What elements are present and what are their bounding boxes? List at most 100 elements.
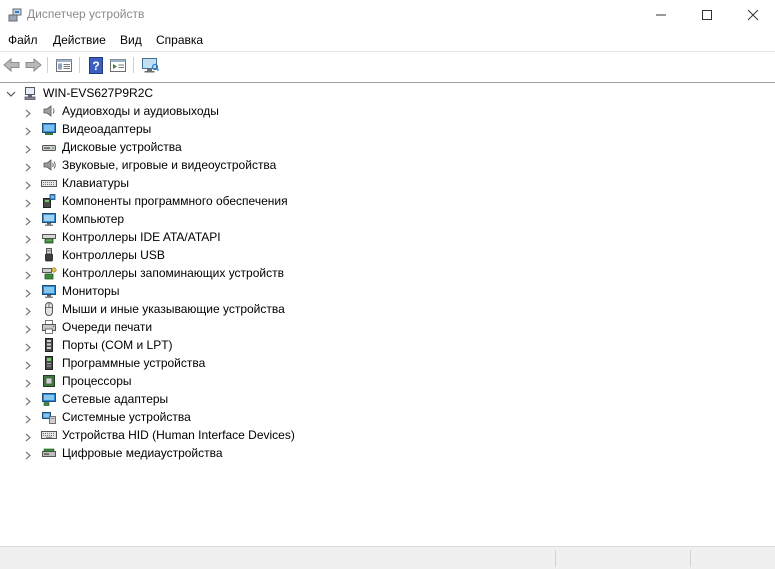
window-title: Диспетчер устройств (27, 7, 145, 21)
menu-view[interactable]: Вид (119, 33, 143, 47)
update-driver-button[interactable] (108, 55, 128, 75)
mouse-icon (41, 301, 57, 317)
sound-icon (41, 157, 57, 173)
toolbar-separator (47, 57, 48, 73)
tree-item-label: Процессоры (62, 374, 132, 388)
expand-chevron-icon[interactable] (24, 305, 32, 319)
minimize-icon (656, 14, 666, 16)
toolbar: ? (0, 51, 775, 78)
tree-item[interactable]: Мыши и иные указывающие устройства (0, 300, 775, 318)
tree-item-label: Дисковые устройства (62, 140, 182, 154)
tree-item-label: Порты (COM и LPT) (62, 338, 173, 352)
back-button[interactable] (2, 55, 22, 75)
expand-chevron-icon[interactable] (24, 143, 32, 157)
display-adapter-icon (41, 121, 57, 137)
tree-item[interactable]: Дисковые устройства (0, 138, 775, 156)
computer-icon (41, 211, 57, 227)
expand-chevron-icon[interactable] (24, 449, 32, 463)
collapse-chevron-icon[interactable] (6, 88, 16, 102)
tree-item[interactable]: Процессоры (0, 372, 775, 390)
tree-item[interactable]: Системные устройства (0, 408, 775, 426)
tree-item[interactable]: Очереди печати (0, 318, 775, 336)
maximize-button[interactable] (684, 0, 730, 30)
tree-item-label: Мониторы (62, 284, 120, 298)
monitor-icon (41, 283, 57, 299)
tree-item-label: Цифровые медиаустройства (62, 446, 223, 460)
maximize-icon (702, 10, 712, 20)
toolbar-separator (79, 57, 80, 73)
expand-chevron-icon[interactable] (24, 125, 32, 139)
svg-text:?: ? (92, 59, 99, 73)
tree-item[interactable]: Цифровые медиаустройства (0, 444, 775, 462)
expand-chevron-icon[interactable] (24, 359, 32, 373)
status-separator (555, 550, 556, 567)
tree-item[interactable]: Контроллеры USB (0, 246, 775, 264)
expand-chevron-icon[interactable] (24, 323, 32, 337)
software-device-icon (41, 355, 57, 371)
tree-item-label: Системные устройства (62, 410, 191, 424)
forward-icon (25, 57, 42, 73)
close-icon (747, 9, 759, 21)
close-button[interactable] (730, 0, 775, 30)
software-component-icon (41, 193, 57, 209)
title-bar: Диспетчер устройств (0, 0, 775, 30)
expand-chevron-icon[interactable] (24, 287, 32, 301)
expand-chevron-icon[interactable] (24, 269, 32, 283)
expand-chevron-icon[interactable] (24, 179, 32, 193)
menu-file[interactable]: Файл (7, 33, 39, 47)
forward-button[interactable] (23, 55, 43, 75)
tree-item[interactable]: Аудиовходы и аудиовыходы (0, 102, 775, 120)
help-button[interactable]: ? (86, 55, 106, 75)
expand-chevron-icon[interactable] (24, 107, 32, 121)
tree-item[interactable]: Программные устройства (0, 354, 775, 372)
menu-action[interactable]: Действие (52, 33, 107, 47)
expand-chevron-icon[interactable] (24, 395, 32, 409)
tree-item[interactable]: Контроллеры запоминающих устройств (0, 264, 775, 282)
tree-item[interactable]: Сетевые адаптеры (0, 390, 775, 408)
port-icon (41, 337, 57, 353)
expand-chevron-icon[interactable] (24, 431, 32, 445)
tree-item[interactable]: Компоненты программного обеспечения (0, 192, 775, 210)
tree-item-label: Звуковые, игровые и видеоустройства (62, 158, 277, 172)
tree-item[interactable]: Контроллеры IDE ATA/ATAPI (0, 228, 775, 246)
expand-chevron-icon[interactable] (24, 161, 32, 175)
tree-item[interactable]: Видеоадаптеры (0, 120, 775, 138)
tree-item-label: Контроллеры запоминающих устройств (62, 266, 284, 280)
expand-chevron-icon[interactable] (24, 413, 32, 427)
speaker-icon (41, 103, 57, 119)
tree-item-label: Видеоадаптеры (62, 122, 152, 136)
menu-help[interactable]: Справка (155, 33, 204, 47)
tree-item-label: Аудиовходы и аудиовыходы (62, 104, 219, 118)
device-manager-app-icon (8, 8, 22, 22)
show-hide-console-tree-button[interactable] (54, 55, 74, 75)
system-device-icon (41, 409, 57, 425)
printer-icon (41, 319, 57, 335)
tree-item-label: Устройства HID (Human Interface Devices) (62, 428, 295, 442)
tree-item[interactable]: Устройства HID (Human Interface Devices) (0, 426, 775, 444)
tree-item[interactable]: Клавиатуры (0, 174, 775, 192)
expand-chevron-icon[interactable] (24, 251, 32, 265)
help-icon: ? (89, 57, 103, 74)
network-adapter-icon (41, 391, 57, 407)
expand-chevron-icon[interactable] (24, 233, 32, 247)
scan-hardware-button[interactable] (140, 55, 160, 75)
device-category-list: Аудиовходы и аудиовыходы Видеоадаптеры Дис… (0, 102, 775, 462)
media-device-icon (41, 445, 57, 461)
ide-controller-icon (41, 229, 57, 245)
properties-pane-icon (56, 59, 72, 72)
storage-controller-icon (41, 265, 57, 281)
expand-chevron-icon[interactable] (24, 215, 32, 229)
usb-icon (41, 247, 57, 263)
tree-root[interactable]: WIN-EVS627P9R2C (0, 84, 775, 102)
minimize-button[interactable] (638, 0, 684, 30)
tree-item-label: Клавиатуры (62, 176, 129, 190)
expand-chevron-icon[interactable] (24, 341, 32, 355)
tree-item[interactable]: Порты (COM и LPT) (0, 336, 775, 354)
tree-item[interactable]: Мониторы (0, 282, 775, 300)
expand-chevron-icon[interactable] (24, 197, 32, 211)
expand-chevron-icon[interactable] (24, 377, 32, 391)
device-tree: WIN-EVS627P9R2C Аудиовходы и аудиовыходы… (0, 82, 775, 545)
tree-item[interactable]: Компьютер (0, 210, 775, 228)
tree-item[interactable]: Звуковые, игровые и видеоустройства (0, 156, 775, 174)
scan-hardware-icon (142, 58, 159, 73)
